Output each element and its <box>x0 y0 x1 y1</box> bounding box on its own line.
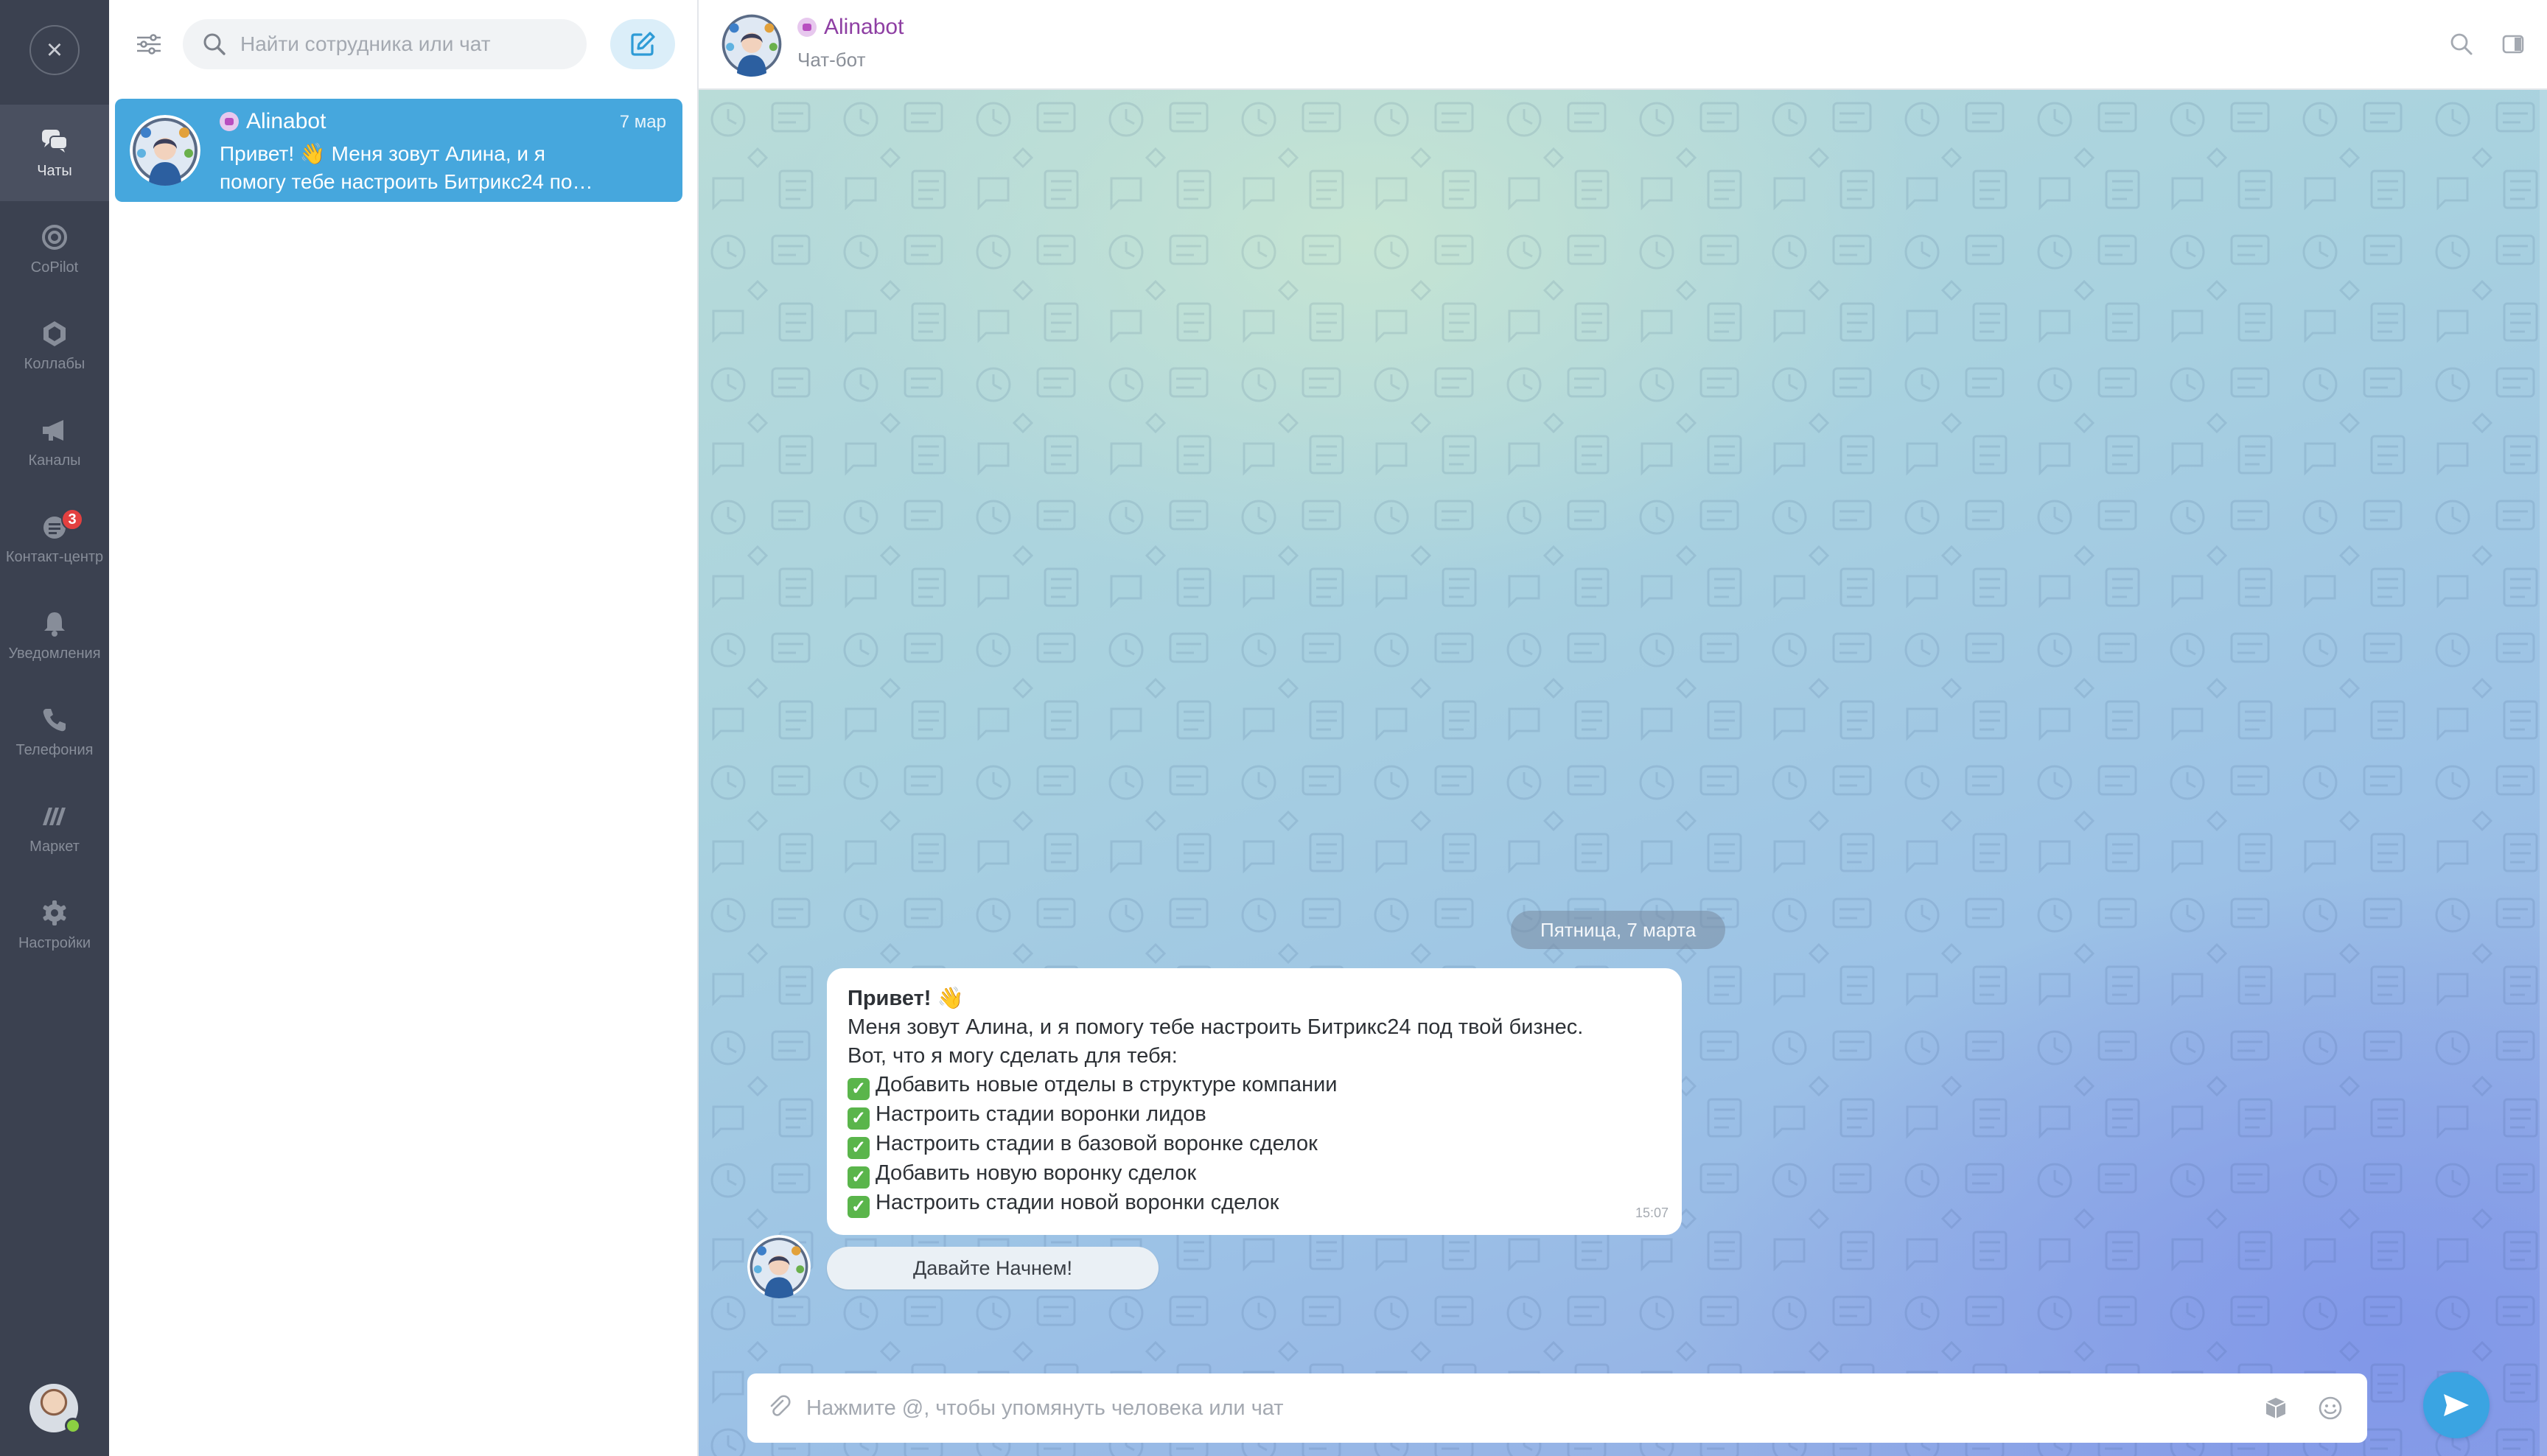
chat-list-item[interactable]: Alinabot 7 мар Привет! 👋 Меня зовут Алин… <box>115 99 682 202</box>
compose-icon <box>631 32 655 56</box>
message-list-item: ✓ Настроить стадии воронки лидов <box>848 1100 1661 1130</box>
message-list-item-text: Настроить стадии в базовой воронке сдело… <box>876 1132 1318 1155</box>
message-list-item-text: Добавить новую воронку сделок <box>876 1161 1197 1185</box>
copilot-icon <box>40 223 69 252</box>
search-icon <box>203 33 226 55</box>
rail-label: Контакт-центр <box>5 549 104 565</box>
emoji-button[interactable] <box>2313 1390 2348 1426</box>
chat-name: Alinabot <box>246 109 326 133</box>
online-status-dot <box>65 1418 81 1434</box>
gear-icon <box>40 898 69 928</box>
market-apps-button[interactable] <box>2258 1390 2293 1426</box>
message-line: Меня зовут Алина, и я помогу тебе настро… <box>848 1015 1584 1039</box>
date-divider: Пятница, 7 марта <box>1511 911 1726 949</box>
message-time: 15:07 <box>1635 1205 1669 1220</box>
bot-icon <box>797 18 817 37</box>
rail-item-channels[interactable]: Каналы <box>0 394 109 491</box>
close-button[interactable]: × <box>29 25 80 75</box>
sidebar-toggle-button[interactable] <box>2497 28 2529 60</box>
paperclip-icon <box>770 1394 791 1416</box>
message-greeting: Привет! 👋 <box>848 987 964 1010</box>
check-mark-icon: ✓ <box>848 1107 870 1130</box>
phone-icon <box>40 705 69 735</box>
rail-label: Настройки <box>18 935 91 951</box>
bot-avatar[interactable] <box>747 1235 811 1298</box>
check-mark-icon: ✓ <box>848 1137 870 1159</box>
check-mark-icon: ✓ <box>848 1078 870 1100</box>
lets-start-button[interactable]: Давайте Начнем! <box>827 1247 1159 1289</box>
send-icon <box>2444 1394 2469 1416</box>
conversation-title-row: Alinabot <box>797 15 904 40</box>
left-rail: × Чаты CoPilot Коллабы Каналы 3 Контакт-… <box>0 0 109 1456</box>
chat-list-header <box>109 0 697 88</box>
rail-label: Каналы <box>28 452 81 469</box>
message-list-item-text: Настроить стадии новой воронки сделок <box>876 1191 1279 1214</box>
chat-preview: Привет! 👋 Меня зовут Алина, и я помогу т… <box>220 140 647 196</box>
rail-nav: Чаты CoPilot Коллабы Каналы 3 Контакт-це… <box>0 105 109 973</box>
search-icon <box>2450 33 2473 55</box>
unread-badge: 3 <box>61 508 83 531</box>
rail-item-notifications[interactable]: Уведомления <box>0 587 109 684</box>
market-icon <box>40 802 69 831</box>
rail-item-collabs[interactable]: Коллабы <box>0 298 109 394</box>
rail-label: Уведомления <box>8 645 101 662</box>
chat-preview-line: Привет! 👋 Меня зовут Алина, и я <box>220 142 545 165</box>
search-box[interactable] <box>183 19 587 69</box>
conversation-subtitle: Чат-бот <box>797 49 866 71</box>
scrollbar[interactable] <box>2540 90 2547 1456</box>
rail-item-contact-center[interactable]: 3 Контакт-центр <box>0 491 109 587</box>
chat-preview-line: помогу тебе настроить Битрикс24 по… <box>220 170 593 193</box>
conversation-panel: Alinabot Чат-бот Пятница, 7 марта Привет… <box>699 0 2547 1456</box>
panel-toggle-icon <box>2502 35 2524 54</box>
bot-avatar[interactable] <box>719 12 784 77</box>
message-list-item-text: Добавить новые отделы в структуре компан… <box>876 1073 1338 1096</box>
chat-list-panel: Alinabot 7 мар Привет! 👋 Меня зовут Алин… <box>109 0 699 1456</box>
megaphone-icon <box>40 416 69 445</box>
message-list-item-text: Настроить стадии воронки лидов <box>876 1102 1206 1126</box>
filter-icon[interactable] <box>131 27 167 62</box>
conversation-header: Alinabot Чат-бот <box>699 0 2547 90</box>
rail-label: Коллабы <box>24 356 85 372</box>
message-line: Вот, что я могу сделать для тебя: <box>848 1044 1178 1068</box>
new-chat-button[interactable] <box>610 19 675 69</box>
message-area[interactable]: Пятница, 7 марта Привет! 👋 Меня зовут Ал… <box>699 90 2547 1456</box>
bot-avatar <box>130 115 200 186</box>
chat-title-row: Alinabot <box>220 109 326 134</box>
rail-label: Маркет <box>29 839 80 855</box>
smile-icon <box>2319 1396 2342 1420</box>
rail-item-settings[interactable]: Настройки <box>0 877 109 973</box>
bot-message: Привет! 👋 Меня зовут Алина, и я помогу т… <box>827 968 1682 1235</box>
bell-icon <box>40 609 69 638</box>
message-input[interactable] <box>806 1396 2239 1421</box>
rail-item-chats[interactable]: Чаты <box>0 105 109 201</box>
rail-item-copilot[interactable]: CoPilot <box>0 201 109 298</box>
conversation-title[interactable]: Alinabot <box>824 15 904 40</box>
attach-button[interactable] <box>766 1394 792 1423</box>
rail-label: Чаты <box>37 163 72 179</box>
rail-item-market[interactable]: Маркет <box>0 780 109 877</box>
chat-date: 7 мар <box>619 112 666 132</box>
chats-icon <box>40 126 69 155</box>
search-input[interactable] <box>240 32 565 56</box>
bot-icon <box>220 112 239 131</box>
rail-label: Телефония <box>15 742 94 758</box>
message-list-item: ✓ Добавить новые отделы в структуре компа… <box>848 1071 1661 1100</box>
search-in-chat-button[interactable] <box>2445 28 2478 60</box>
check-mark-icon: ✓ <box>848 1166 870 1189</box>
check-mark-icon: ✓ <box>848 1196 870 1218</box>
send-button[interactable] <box>2423 1372 2490 1438</box>
box-icon <box>2265 1398 2286 1418</box>
message-list-item: ✓ Настроить стадии новой воронки сделок <box>848 1189 1661 1218</box>
rail-item-telephony[interactable]: Телефония <box>0 684 109 780</box>
rail-label: CoPilot <box>30 259 79 276</box>
message-list-item: ✓ Настроить стадии в базовой воронке сдел… <box>848 1130 1661 1159</box>
message-list-item: ✓ Добавить новую воронку сделок <box>848 1159 1661 1189</box>
message-composer <box>747 1373 2367 1443</box>
collabs-icon <box>40 319 69 349</box>
